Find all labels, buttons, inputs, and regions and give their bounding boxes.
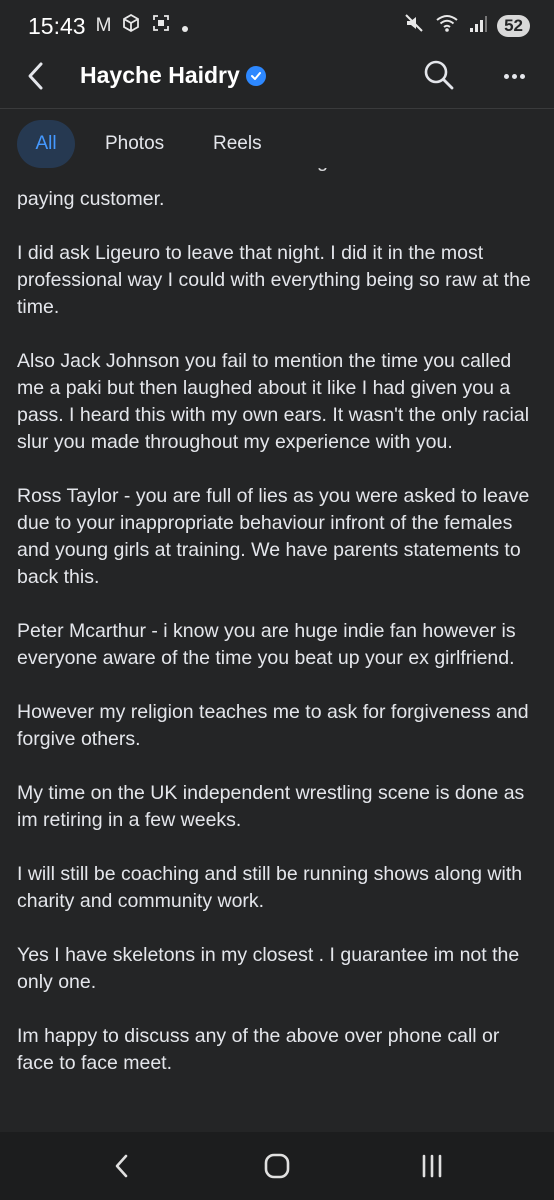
- system-navigation-bar: [0, 1132, 554, 1200]
- system-back-button[interactable]: [102, 1150, 142, 1182]
- more-dot-icon: [511, 73, 517, 79]
- battery-indicator: 52: [497, 15, 530, 37]
- verified-badge-icon: [245, 65, 266, 86]
- back-button[interactable]: [18, 58, 54, 94]
- post-paragraph: I did ask Ligeuro to leave that night. I…: [17, 242, 531, 318]
- page-header: Hayche Haidry: [0, 52, 554, 102]
- status-left: 15:43 M: [28, 13, 189, 40]
- recent-apps-icon: [422, 1154, 442, 1178]
- status-time: 15:43: [28, 12, 86, 39]
- chevron-left-icon: [115, 1154, 128, 1178]
- post-paragraph: However my religion teaches me to ask fo…: [17, 701, 529, 750]
- signal-icon: [469, 13, 488, 39]
- status-right: 52: [403, 12, 530, 40]
- tab-reels[interactable]: Reels: [213, 120, 262, 168]
- more-dot-icon: [503, 73, 509, 79]
- tab-all[interactable]: All: [17, 120, 75, 168]
- post-paragraph: Im happy to discuss any of the above ove…: [17, 1025, 500, 1074]
- more-notifications-dot-icon: [181, 13, 189, 39]
- wifi-icon: [435, 13, 459, 39]
- clipped-text-line: g: [17, 168, 537, 176]
- post-paragraph: My time on the UK independent wrestling …: [17, 782, 525, 831]
- search-button[interactable]: [422, 58, 458, 94]
- more-dot-icon: [519, 73, 525, 79]
- post-body: paying customer. I did ask Ligeuro to le…: [17, 186, 539, 1104]
- header-divider: [0, 108, 554, 109]
- mute-icon: [403, 12, 425, 40]
- system-home-button[interactable]: [257, 1150, 297, 1182]
- page-title: Hayche Haidry: [80, 62, 240, 88]
- chevron-left-icon: [28, 62, 43, 90]
- post-paragraph: I will still be coaching and still be ru…: [17, 863, 523, 912]
- home-icon: [264, 1153, 290, 1179]
- post-paragraph: Also Jack Johnson you fail to mention th…: [17, 350, 530, 453]
- post-paragraph: Ross Taylor - you are full of lies as yo…: [17, 485, 530, 588]
- screenshot-notification-icon: [151, 13, 171, 39]
- profile-title-wrap: Hayche Haidry: [80, 62, 266, 89]
- status-bar: 15:43 M 52: [0, 0, 554, 52]
- gmail-notification-icon: M: [95, 15, 112, 36]
- more-options-button[interactable]: [496, 58, 532, 94]
- system-recents-button[interactable]: [412, 1150, 452, 1182]
- post-paragraph: Yes I have skeletons in my closest . I g…: [17, 944, 520, 993]
- search-icon: [424, 60, 454, 90]
- post-paragraph: Peter Mcarthur - i know you are huge ind…: [17, 620, 516, 669]
- tab-photos[interactable]: Photos: [105, 120, 164, 168]
- cube-notification-icon: [121, 13, 141, 39]
- post-paragraph: paying customer.: [17, 188, 165, 210]
- clipped-fragment: g: [317, 168, 328, 173]
